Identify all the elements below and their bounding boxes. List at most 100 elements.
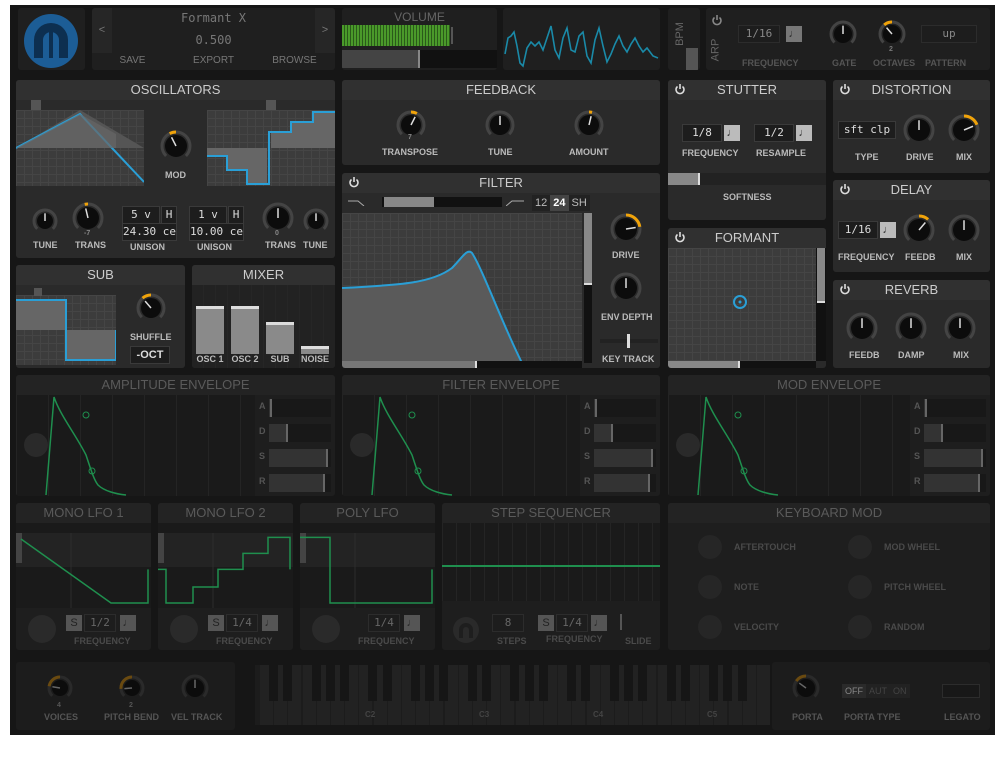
- pitch-bend-knob[interactable]: [119, 675, 145, 701]
- lfo-note-icon[interactable]: ♩: [262, 615, 278, 631]
- mod-source-icon[interactable]: [848, 575, 872, 599]
- browse-button[interactable]: BROWSE: [254, 55, 335, 66]
- black-key[interactable]: [368, 665, 378, 701]
- black-key[interactable]: [510, 665, 520, 701]
- filter-slope-button[interactable]: 24: [550, 195, 569, 211]
- step-seq-steps-value[interactable]: 8: [492, 614, 524, 632]
- distortion-power-icon[interactable]: [839, 83, 851, 95]
- arp-power-icon[interactable]: [711, 14, 723, 26]
- lfo-frequency-value[interactable]: 1/4: [368, 614, 400, 632]
- distortion-type-select[interactable]: sft clp: [838, 121, 896, 139]
- lfo-note-icon[interactable]: ♩: [120, 615, 136, 631]
- osc2-tune-knob[interactable]: [303, 208, 329, 234]
- osc1-wave-selector[interactable]: [31, 100, 41, 110]
- black-key[interactable]: [609, 665, 619, 701]
- black-key[interactable]: [482, 665, 491, 701]
- stutter-power-icon[interactable]: [674, 83, 686, 95]
- porta-type-option[interactable]: ON: [890, 684, 910, 698]
- lfo-frequency-value[interactable]: 1/2: [84, 614, 116, 632]
- osc1-unison-detune[interactable]: 24.30 ce: [122, 223, 177, 241]
- stutter-softness-slider[interactable]: [668, 173, 826, 185]
- envelope-r-slider[interactable]: [594, 474, 656, 492]
- envelope-display[interactable]: [668, 395, 910, 496]
- osc2-unison-harmonize[interactable]: H: [228, 206, 244, 224]
- black-key[interactable]: [581, 665, 591, 701]
- distortion-mix-knob[interactable]: [948, 114, 980, 146]
- envelope-r-slider[interactable]: [924, 474, 986, 492]
- lfo-sync-toggle[interactable]: S: [208, 615, 224, 631]
- filter-key-track-slider[interactable]: [600, 334, 658, 348]
- porta-type-option[interactable]: AUT: [866, 684, 890, 698]
- envelope-s-slider[interactable]: [594, 449, 656, 467]
- distortion-drive-knob[interactable]: [903, 114, 935, 146]
- arp-pattern-select[interactable]: up: [921, 25, 977, 43]
- mod-source-icon[interactable]: [848, 615, 872, 639]
- piano-keyboard[interactable]: C2 C3 C4 C5: [255, 665, 770, 725]
- stutter-resample-sync-icon[interactable]: ♩: [796, 125, 812, 141]
- black-key[interactable]: [269, 665, 278, 701]
- delay-mix-knob[interactable]: [948, 214, 980, 246]
- white-key[interactable]: [757, 665, 770, 725]
- osc2-unison-voices[interactable]: 1 v: [189, 206, 227, 224]
- stutter-frequency-sync-icon[interactable]: ♩: [724, 125, 740, 141]
- black-key[interactable]: [325, 665, 335, 701]
- step-seq-frequency-value[interactable]: 1/4: [556, 614, 588, 632]
- volume-slider[interactable]: [342, 50, 497, 68]
- delay-feedback-knob[interactable]: [903, 214, 935, 246]
- mixer-level-slider[interactable]: [266, 322, 294, 354]
- osc2-wave-selector[interactable]: [266, 100, 276, 110]
- delay-frequency-value[interactable]: 1/16: [838, 221, 878, 239]
- envelope-a-slider[interactable]: [924, 399, 986, 417]
- osc2-unison-detune[interactable]: 10.00 ce: [189, 223, 244, 241]
- envelope-display[interactable]: [16, 395, 255, 496]
- osc1-unison-harmonize[interactable]: H: [161, 206, 177, 224]
- black-key[interactable]: [425, 665, 435, 701]
- sub-wave-selector[interactable]: [34, 288, 42, 296]
- black-key[interactable]: [340, 665, 349, 701]
- stutter-frequency-value[interactable]: 1/8: [682, 124, 722, 142]
- black-key[interactable]: [723, 665, 733, 701]
- osc1-unison-voices[interactable]: 5 v: [122, 206, 160, 224]
- reverb-damp-knob[interactable]: [895, 312, 927, 344]
- filter-cutoff-slider[interactable]: [342, 361, 582, 368]
- black-key[interactable]: [467, 665, 477, 701]
- arp-sync-note-icon[interactable]: ♩: [786, 26, 802, 42]
- envelope-display[interactable]: [342, 395, 580, 496]
- lfo-waveform[interactable]: [16, 523, 151, 608]
- envelope-d-slider[interactable]: [269, 424, 331, 442]
- reverb-feedback-knob[interactable]: [846, 312, 878, 344]
- formant-x-slider[interactable]: [668, 361, 816, 368]
- black-key[interactable]: [638, 665, 648, 701]
- envelope-d-slider[interactable]: [924, 424, 986, 442]
- black-key[interactable]: [624, 665, 633, 701]
- black-key[interactable]: [439, 665, 449, 701]
- step-seq-modulation-source-icon[interactable]: [452, 616, 480, 644]
- lfo-modulation-source-icon[interactable]: [28, 615, 56, 643]
- arp-frequency-value[interactable]: 1/16: [738, 25, 780, 43]
- legato-toggle[interactable]: [942, 684, 980, 698]
- osc1-tune-knob[interactable]: [32, 208, 58, 234]
- black-key[interactable]: [709, 665, 719, 701]
- black-key[interactable]: [666, 665, 676, 701]
- filter-response-display[interactable]: [342, 213, 582, 363]
- lfo-modulation-source-icon[interactable]: [312, 615, 340, 643]
- sub-octave-select[interactable]: -OCT: [130, 346, 170, 364]
- lfo-note-icon[interactable]: ♩: [404, 615, 420, 631]
- black-key[interactable]: [680, 665, 690, 701]
- porta-knob[interactable]: [792, 674, 820, 702]
- step-seq-sync-toggle[interactable]: S: [538, 615, 554, 631]
- step-sequencer-display[interactable]: [442, 523, 660, 601]
- porta-type-option[interactable]: OFF: [842, 684, 866, 698]
- filter-drive-knob[interactable]: [610, 213, 642, 245]
- osc2-waveform[interactable]: [207, 110, 335, 186]
- mixer-level-slider[interactable]: [196, 306, 224, 354]
- step-seq-note-icon[interactable]: ♩: [591, 615, 607, 631]
- osc1-waveform[interactable]: [16, 110, 144, 186]
- arp-octaves-knob[interactable]: [878, 20, 906, 48]
- reverb-mix-knob[interactable]: [944, 312, 976, 344]
- save-button[interactable]: SAVE: [92, 55, 173, 66]
- bpm-slider[interactable]: BPM: [668, 8, 700, 70]
- mixer-level-slider[interactable]: [301, 346, 329, 354]
- envelope-a-slider[interactable]: [269, 399, 331, 417]
- mixer-level-slider[interactable]: [231, 306, 259, 354]
